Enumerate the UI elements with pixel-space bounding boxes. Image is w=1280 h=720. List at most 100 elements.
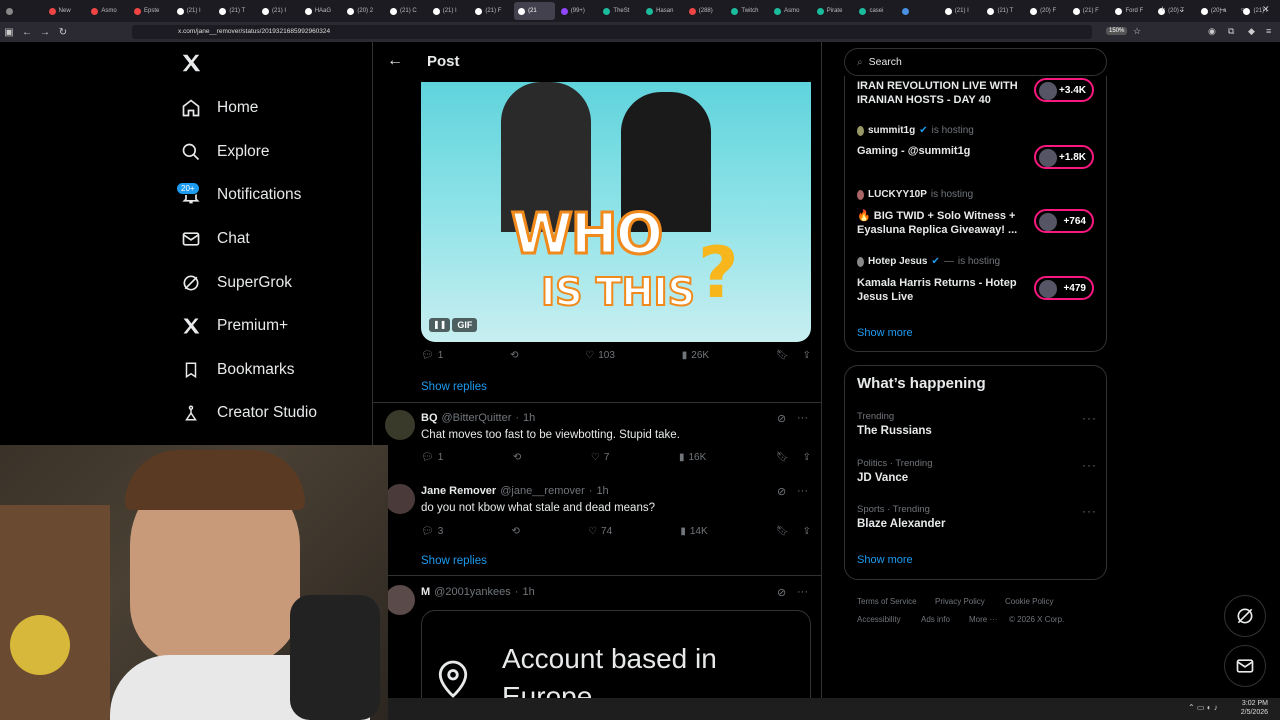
reply-button[interactable]: 💬︎ 1 bbox=[421, 350, 443, 361]
share-icon[interactable]: ⇪ bbox=[803, 350, 811, 361]
grok-icon[interactable]: ⊘ bbox=[777, 485, 786, 498]
avatar[interactable] bbox=[385, 484, 415, 514]
browser-tab[interactable]: (20) 2 bbox=[343, 2, 384, 20]
browser-tab[interactable]: (99+) bbox=[557, 2, 598, 20]
account-icon[interactable]: ◉ bbox=[1208, 26, 1216, 37]
like-button[interactable]: ♡ 7 bbox=[591, 452, 610, 463]
grok-icon[interactable]: ⊘ bbox=[777, 412, 786, 425]
reply-button[interactable]: 💬︎ 3 bbox=[421, 526, 443, 537]
live-3-pill[interactable]: +479 bbox=[1034, 276, 1094, 300]
more-icon[interactable]: ··· bbox=[1082, 411, 1097, 425]
live-3-host[interactable]: Hotep Jesus ✔ — is hosting bbox=[857, 256, 1000, 267]
url-field[interactable]: x.com/jane__remover/status/2019321685992… bbox=[132, 25, 1092, 39]
sidebar-toggle-icon[interactable]: ▣ bbox=[0, 27, 18, 38]
browser-tab[interactable]: (21) I bbox=[258, 2, 299, 20]
more-icon[interactable]: ··· bbox=[797, 412, 808, 424]
footer-link[interactable]: Ads info bbox=[921, 615, 950, 624]
show-replies-link[interactable]: Show replies bbox=[421, 381, 487, 393]
views-button[interactable]: ▮ 26K bbox=[682, 350, 709, 361]
reply-1-time[interactable]: 1h bbox=[523, 412, 535, 424]
nav-premium[interactable]: Premium+ bbox=[180, 311, 288, 341]
avatar[interactable] bbox=[385, 585, 415, 615]
back-arrow-icon[interactable]: ← bbox=[387, 52, 403, 70]
live-3-title[interactable]: Kamala Harris Returns - Hotep Jesus Live bbox=[857, 276, 1027, 304]
clock-date[interactable]: 2/5/2026 bbox=[1228, 709, 1268, 716]
nav-chat[interactable]: Chat bbox=[180, 224, 250, 254]
bookmark-icon[interactable]: 🔖︎ bbox=[776, 350, 789, 361]
new-tab-button[interactable]: + bbox=[1160, 4, 1165, 14]
browser-tab[interactable]: (21) I bbox=[941, 2, 982, 20]
back-icon[interactable]: ← bbox=[18, 27, 36, 38]
gif-media[interactable]: WHO IS THIS ? ❚❚ GIF bbox=[421, 82, 811, 342]
footer-link[interactable]: Privacy Policy bbox=[935, 597, 985, 606]
live-2-title[interactable]: 🔥 BIG TWID + Solo Witness + Eyasluna Rep… bbox=[857, 209, 1029, 237]
browser-tab[interactable]: (21) I bbox=[1239, 2, 1280, 20]
show-replies-link[interactable]: Show replies bbox=[421, 555, 487, 567]
live-0-title[interactable]: IRAN REVOLUTION LIVE WITH IRANIAN HOSTS … bbox=[857, 79, 1027, 107]
browser-tab[interactable]: TheSt bbox=[599, 2, 640, 20]
show-more-link[interactable]: Show more bbox=[857, 327, 913, 339]
trend-2-name[interactable]: Blaze Alexander bbox=[857, 518, 945, 530]
browser-tab[interactable]: Epste bbox=[130, 2, 171, 20]
bookmark-icon[interactable]: 🔖︎ bbox=[776, 526, 789, 537]
browser-tab[interactable]: (21) I bbox=[429, 2, 470, 20]
like-button[interactable]: ♡ 103 bbox=[585, 350, 615, 361]
reply-2-name[interactable]: Jane Remover bbox=[421, 485, 496, 497]
reply-1-handle[interactable]: @BitterQuitter bbox=[442, 412, 512, 424]
live-0-pill[interactable]: +3.4K bbox=[1034, 78, 1094, 102]
close-window-icon[interactable]: ✕ bbox=[1262, 4, 1270, 15]
trend-0-name[interactable]: The Russians bbox=[857, 425, 932, 437]
views-button[interactable]: ▮ 14K bbox=[680, 526, 707, 537]
live-1-title[interactable]: Gaming - @summit1g bbox=[857, 145, 970, 157]
bookmark-star-icon[interactable]: ☆ bbox=[1133, 26, 1141, 37]
forward-icon[interactable]: → bbox=[36, 27, 54, 38]
repost-button[interactable]: ⟲ bbox=[513, 452, 521, 463]
reply-2-time[interactable]: 1h bbox=[596, 485, 608, 497]
browser-tab[interactable]: New bbox=[45, 2, 86, 20]
reply-2-handle[interactable]: @jane__remover bbox=[500, 485, 585, 497]
browser-tab[interactable]: (21) F bbox=[471, 2, 512, 20]
search-input[interactable]: ⌕ Search bbox=[844, 48, 1107, 76]
x-logo[interactable] bbox=[180, 52, 202, 79]
tab-list-icon[interactable]: ⌄ bbox=[1178, 4, 1186, 15]
browser-tab[interactable]: Hasan bbox=[642, 2, 683, 20]
browser-tab[interactable]: Pirate bbox=[813, 2, 854, 20]
nav-home[interactable]: Home bbox=[180, 93, 258, 123]
live-2-pill[interactable]: +764 bbox=[1034, 209, 1094, 233]
reply-3-name[interactable]: M bbox=[421, 586, 430, 598]
browser-tab[interactable]: (21 bbox=[514, 2, 555, 20]
views-button[interactable]: ▮ 16K bbox=[679, 452, 706, 463]
messages-fab-button[interactable] bbox=[1224, 645, 1266, 687]
reload-icon[interactable]: ↻ bbox=[54, 27, 72, 38]
tray-icons[interactable]: ⌃ ▭ ◐ ♪ bbox=[1188, 703, 1218, 712]
zoom-level[interactable]: 150% bbox=[1106, 27, 1128, 35]
avatar[interactable] bbox=[385, 410, 415, 440]
account-info-card[interactable]: Account based in Europe bbox=[421, 610, 811, 698]
share-icon[interactable]: ⇪ bbox=[803, 452, 811, 463]
reply-button[interactable]: 💬︎ 1 bbox=[421, 452, 443, 463]
footer-link[interactable]: Accessibility bbox=[857, 615, 901, 624]
browser-tab[interactable]: (20) a bbox=[1197, 2, 1238, 20]
like-button[interactable]: ♡ 74 bbox=[588, 526, 612, 537]
footer-link[interactable]: Terms of Service bbox=[857, 597, 917, 606]
live-2-host[interactable]: LUCKYY10P is hosting bbox=[857, 189, 973, 200]
repost-button[interactable]: ⟲ bbox=[510, 350, 518, 361]
show-more-link[interactable]: Show more bbox=[857, 554, 913, 566]
browser-tab[interactable] bbox=[898, 2, 939, 20]
browser-tab[interactable]: (21) I bbox=[173, 2, 214, 20]
browser-tab[interactable] bbox=[2, 2, 43, 20]
grok-fab-button[interactable] bbox=[1224, 595, 1266, 637]
browser-tab[interactable]: casei bbox=[855, 2, 896, 20]
browser-tab[interactable]: Twitch bbox=[727, 2, 768, 20]
grok-icon[interactable]: ⊘ bbox=[777, 586, 786, 599]
browser-tab[interactable]: Asmo bbox=[770, 2, 811, 20]
browser-tab[interactable]: (21) F bbox=[1069, 2, 1110, 20]
pause-icon[interactable]: ❚❚ bbox=[429, 318, 451, 332]
bookmark-icon[interactable]: 🔖︎ bbox=[776, 452, 789, 463]
more-icon[interactable]: ··· bbox=[1082, 504, 1097, 518]
nav-explore[interactable]: Explore bbox=[180, 137, 270, 167]
footer-link[interactable]: Cookie Policy bbox=[1005, 597, 1053, 606]
browser-tab[interactable]: Ford F bbox=[1111, 2, 1152, 20]
browser-tab[interactable]: (21) C bbox=[386, 2, 427, 20]
footer-link[interactable]: More ··· bbox=[969, 615, 997, 624]
